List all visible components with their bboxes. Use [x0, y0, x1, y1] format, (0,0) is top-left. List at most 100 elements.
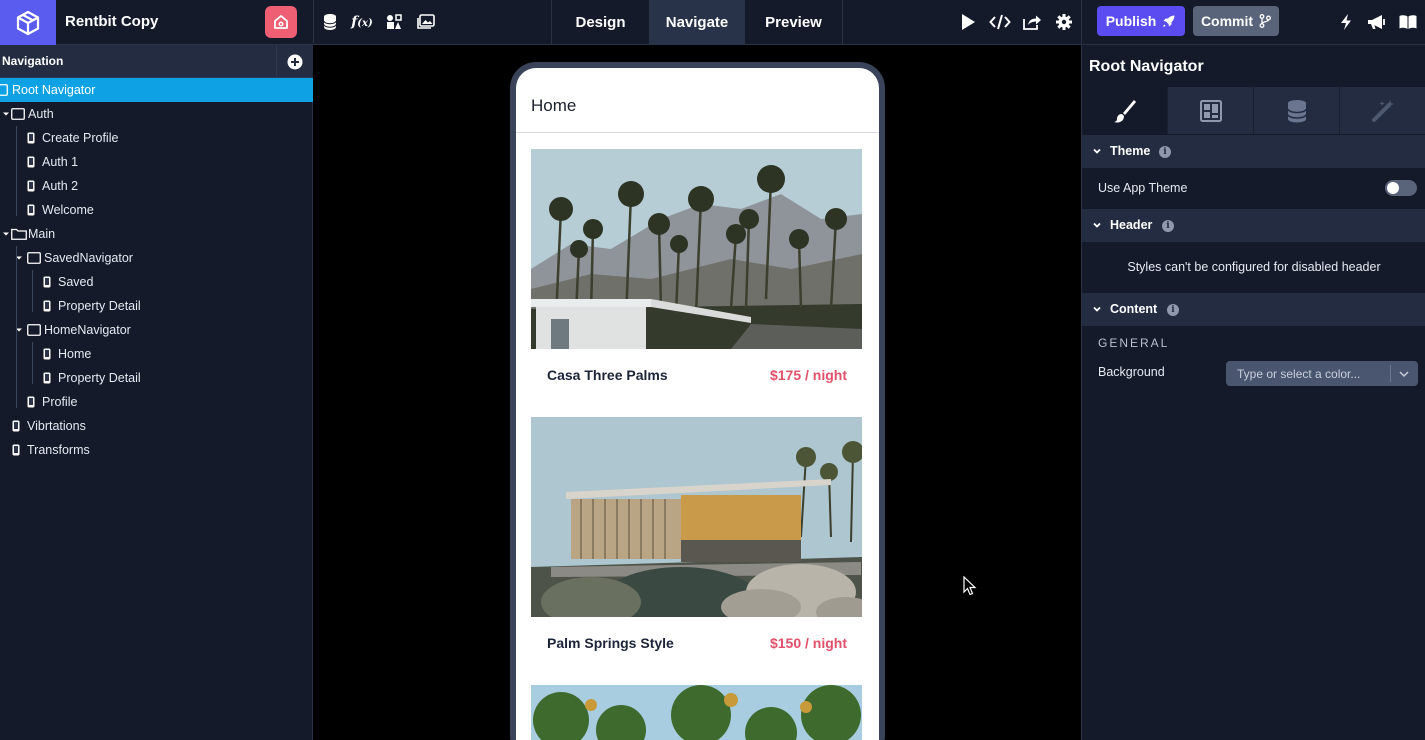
listing-image[interactable] [531, 417, 862, 617]
tree-item[interactable]: Auth 1 [0, 150, 313, 174]
device-frame: Home Casa Three Palms $175 / night Palm … [510, 62, 885, 740]
tab-design[interactable]: Design [552, 0, 649, 45]
database-icon[interactable] [320, 12, 340, 32]
tree-item-label: SavedNavigator [44, 251, 133, 265]
tab-navigate[interactable]: Navigate [649, 0, 745, 45]
tree-item-label: Main [28, 227, 56, 241]
tree-item[interactable]: Transforms [0, 438, 313, 462]
tree-item-label: Auth 2 [42, 179, 79, 193]
home-button[interactable] [265, 6, 297, 38]
listing-image[interactable] [531, 149, 862, 349]
navigator-icon [11, 108, 25, 120]
chevron-down-icon [1093, 306, 1101, 312]
chevron-down-icon [1093, 148, 1101, 154]
tree-item-label: Home [58, 347, 92, 361]
header-disabled-message: Styles can't be configured for disabled … [1127, 260, 1381, 274]
tree-item[interactable]: Home [0, 342, 313, 366]
info-icon[interactable]: i [1167, 304, 1179, 316]
tree-item[interactable]: Property Detail [0, 294, 313, 318]
tree-item-label: Root Navigator [12, 83, 96, 97]
section-header-title: Header [1110, 218, 1153, 232]
inspector-panel: Root Navigator Theme i Use App Theme Hea… [1081, 45, 1425, 740]
tab-data[interactable] [1254, 87, 1340, 134]
tab-layout[interactable] [1168, 87, 1254, 134]
background-color-placeholder: Type or select a color... [1237, 367, 1361, 381]
tree-item[interactable]: Saved [0, 270, 313, 294]
code-icon[interactable] [989, 12, 1011, 32]
tree-item[interactable]: Auth 2 [0, 174, 313, 198]
app-logo-icon[interactable] [0, 0, 56, 45]
device-screen[interactable]: Home Casa Three Palms $175 / night Palm … [516, 68, 879, 740]
use-app-theme-toggle[interactable] [1385, 180, 1417, 196]
toolbar-divider [313, 0, 314, 45]
listing-name: Casa Three Palms [547, 367, 668, 383]
play-icon[interactable] [958, 12, 978, 32]
tree-guide-line [32, 342, 33, 384]
inspector-title: Root Navigator [1089, 58, 1204, 75]
book-icon[interactable] [1398, 12, 1418, 32]
tree-guide-line [32, 270, 33, 312]
background-color-select[interactable]: Type or select a color... [1226, 361, 1418, 386]
media-icon[interactable] [416, 12, 436, 32]
tree-item[interactable]: Property Detail [0, 366, 313, 390]
info-icon[interactable]: i [1162, 220, 1174, 232]
screen-title: Home [531, 96, 577, 115]
assets-icon[interactable] [384, 12, 404, 32]
commit-button[interactable]: Commit [1193, 6, 1279, 36]
project-name[interactable]: Rentbit Copy [65, 13, 158, 30]
tree-item-label: Vibrtations [27, 419, 86, 433]
settings-gear-icon[interactable] [1054, 12, 1074, 32]
screen-icon [12, 420, 20, 432]
tree-guide-line [16, 126, 17, 216]
toggle-knob [1387, 182, 1399, 194]
expand-caret-icon[interactable] [2, 230, 10, 238]
share-icon[interactable] [1022, 12, 1042, 32]
expand-caret-icon[interactable] [2, 110, 10, 118]
inspector-tabs [1082, 87, 1425, 134]
tab-style[interactable] [1082, 87, 1168, 134]
screen-icon [27, 132, 35, 144]
select-divider [1390, 365, 1391, 382]
listing-price: $175 / night [769, 367, 847, 383]
tree-item[interactable]: Root Navigator [0, 78, 313, 102]
preview-canvas[interactable]: Home Casa Three Palms $175 / night Palm … [313, 45, 1413, 740]
navigator-icon [27, 252, 41, 264]
listing-price: $150 / night [769, 635, 847, 651]
tree-item-label: Welcome [42, 203, 94, 217]
tree-item[interactable]: Welcome [0, 198, 313, 222]
section-header[interactable]: Header i [1082, 209, 1425, 242]
screen-icon [43, 276, 51, 288]
listing-image[interactable] [531, 685, 862, 740]
tree-item[interactable]: Create Profile [0, 126, 313, 150]
navigation-panel: Navigation Root Navigator Auth Create Prof… [0, 45, 313, 740]
chevron-down-icon[interactable] [1398, 369, 1410, 379]
toolbar-divider [1081, 0, 1082, 45]
section-content[interactable]: Content i [1082, 293, 1425, 326]
publish-button[interactable]: Publish [1097, 6, 1185, 36]
navigation-panel-title: Navigation [2, 54, 64, 68]
tree-item[interactable]: Profile [0, 390, 313, 414]
tree-item[interactable]: HomeNavigator [0, 318, 313, 342]
background-label: Background [1098, 365, 1165, 379]
screen-icon [27, 396, 35, 408]
add-navigator-button[interactable] [276, 45, 313, 78]
tab-actions[interactable] [1340, 87, 1425, 134]
section-theme-title: Theme [1110, 144, 1151, 158]
commit-label: Commit [1200, 13, 1254, 29]
section-content-title: Content [1110, 302, 1158, 316]
tree-item[interactable]: SavedNavigator [0, 246, 313, 270]
megaphone-icon[interactable] [1366, 12, 1388, 32]
section-theme[interactable]: Theme i [1082, 135, 1425, 168]
listing-name: Palm Springs Style [547, 635, 674, 651]
lightning-icon[interactable] [1336, 12, 1356, 32]
info-icon[interactable]: i [1159, 146, 1171, 158]
tree-item[interactable]: Auth [0, 102, 313, 126]
tree-item-label: Transforms [27, 443, 90, 457]
tree-item[interactable]: Vibrtations [0, 414, 313, 438]
tab-preview[interactable]: Preview [745, 0, 842, 45]
screen-icon [27, 156, 35, 168]
tree-item[interactable]: Main [0, 222, 313, 246]
navigator-icon [27, 324, 41, 336]
tree-item-label: HomeNavigator [44, 323, 131, 337]
function-icon[interactable]: f(x) [350, 12, 374, 32]
